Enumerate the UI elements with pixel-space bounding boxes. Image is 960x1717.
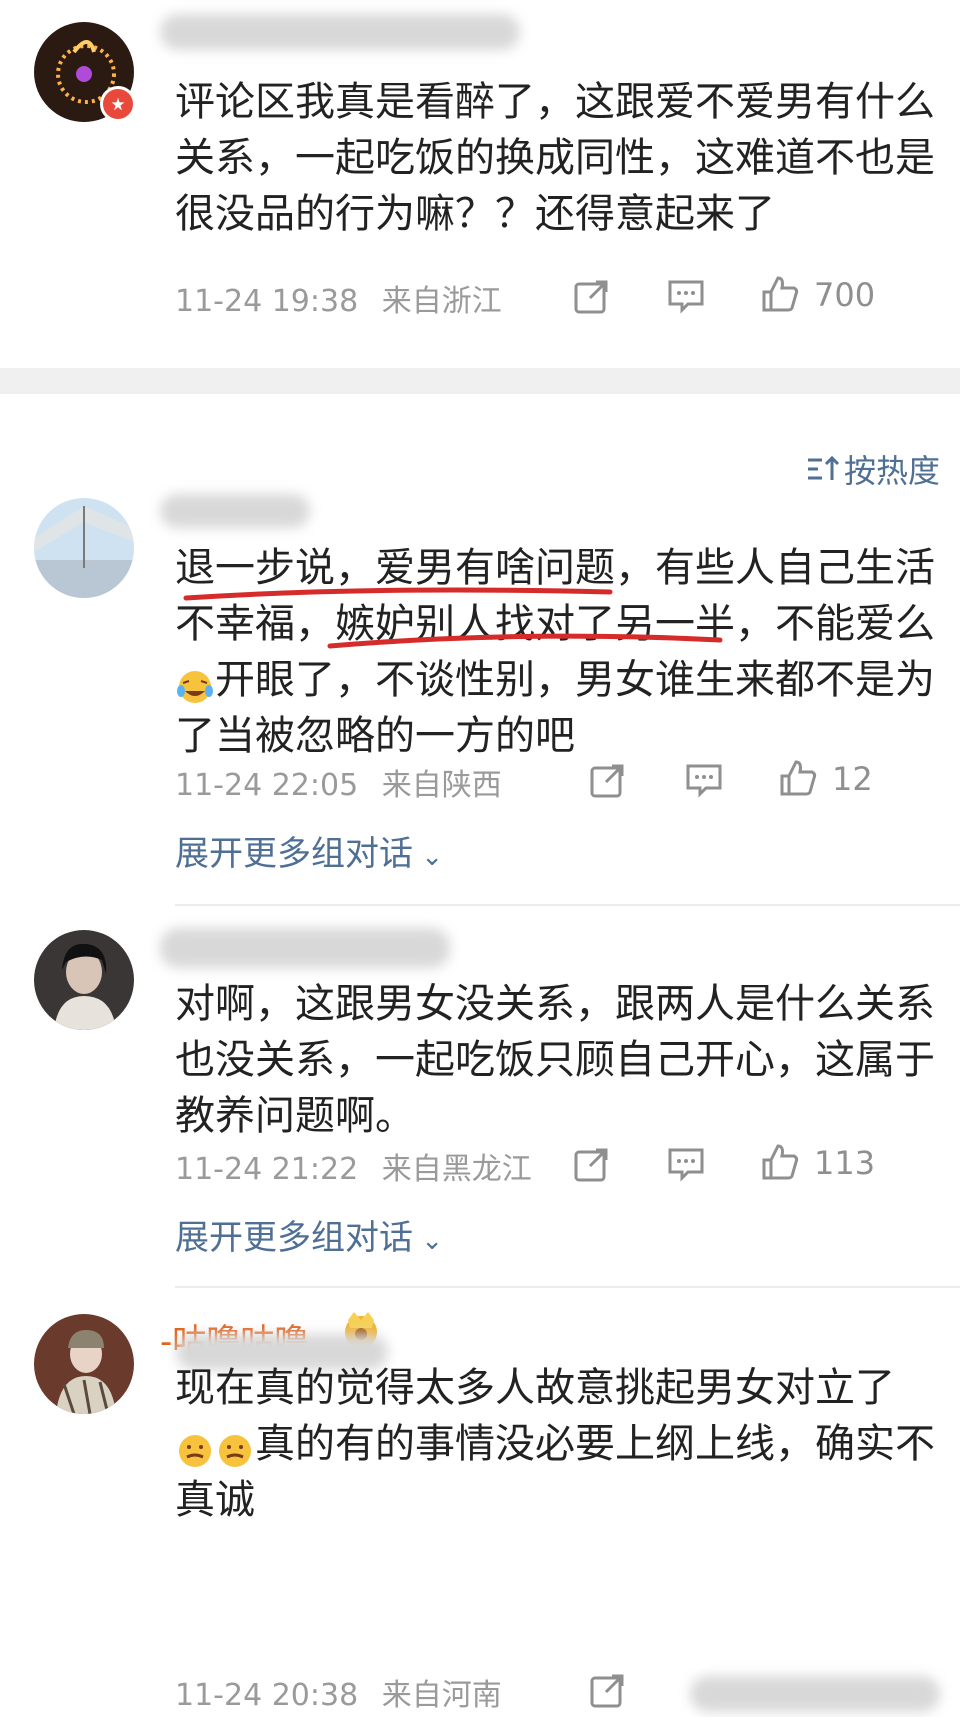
comment-text-part: 真的有的事情没必要上纲上线，确实不真诚 bbox=[175, 1421, 935, 1523]
like-count: 113 bbox=[814, 1144, 876, 1182]
tent-avatar-image bbox=[34, 498, 134, 598]
reply-icon[interactable] bbox=[684, 760, 724, 800]
comment-divider bbox=[175, 904, 960, 906]
like-icon[interactable] bbox=[760, 1142, 800, 1182]
chevron-down-icon: ⌄ bbox=[413, 1226, 444, 1256]
avatar[interactable] bbox=[34, 498, 134, 598]
comment-divider bbox=[175, 1286, 960, 1288]
chevron-down-icon: ⌄ bbox=[413, 842, 444, 872]
comment-text-part: 现在真的觉得太多人故意挑起男女对立了 bbox=[175, 1365, 895, 1411]
expand-label: 展开更多组对话 bbox=[175, 1218, 413, 1258]
like-count: 12 bbox=[832, 760, 873, 798]
expand-conversation-link[interactable]: 展开更多组对话 ⌄ bbox=[175, 1210, 443, 1259]
comment-date: 11-24 20:38 bbox=[175, 1678, 359, 1713]
share-icon[interactable] bbox=[588, 1670, 628, 1710]
verified-badge-icon bbox=[100, 86, 136, 122]
expand-conversation-link[interactable]: 展开更多组对话 ⌄ bbox=[175, 826, 443, 875]
watermark-blurred bbox=[690, 1676, 940, 1712]
crying-laughing-emoji bbox=[175, 664, 215, 703]
reply-icon[interactable] bbox=[666, 1144, 706, 1184]
comment-meta: 11-24 19:38 来自浙江 bbox=[175, 276, 516, 320]
person-avatar-image bbox=[34, 930, 134, 1030]
comment-text: 现在真的觉得太多人故意挑起男女对立了 真的有的事情没必要上纲上线，确实不真诚 bbox=[175, 1360, 935, 1528]
username-blurred[interactable] bbox=[160, 494, 310, 528]
like-count: 700 bbox=[814, 276, 876, 314]
username-blurred[interactable] bbox=[160, 928, 450, 968]
username-blurred[interactable] bbox=[160, 14, 520, 50]
comment-text: 退一步说，爱男有啥问题，有些人自己生活不幸福，嫉妒别人找对了另一半，不能爱么开眼… bbox=[175, 540, 935, 764]
expand-label: 展开更多组对话 bbox=[175, 834, 413, 874]
smirk-emoji bbox=[175, 1428, 215, 1467]
comment-text-part: 开眼了，不谈性别，男女谁生来都不是为了当被忽略的一方的吧 bbox=[175, 657, 935, 759]
like-icon[interactable] bbox=[778, 758, 818, 798]
avatar[interactable] bbox=[34, 930, 134, 1030]
comment-location: 来自浙江 bbox=[381, 284, 502, 319]
comment-meta: 11-24 21:22 来自黑龙江 bbox=[175, 1144, 546, 1188]
comment-location: 来自陕西 bbox=[381, 768, 502, 803]
reply-icon[interactable] bbox=[666, 276, 706, 316]
comment-meta: 11-24 20:38 来自河南 bbox=[175, 1670, 516, 1714]
share-icon[interactable] bbox=[572, 1144, 612, 1184]
comment-text-part: 退一步说，爱男有啥问题，有些人自己生活不幸福，嫉妒别人找对了另一半，不能爱么 bbox=[175, 545, 935, 647]
sort-by-hot-button[interactable]: 按热度 bbox=[806, 446, 940, 492]
comment-date: 11-24 19:38 bbox=[175, 284, 359, 319]
comment-text: 评论区我真是看醉了，这跟爱不爱男有什么关系，一起吃饭的换成同性，这难道不也是很没… bbox=[175, 79, 935, 237]
sort-icon bbox=[807, 455, 840, 480]
sort-label: 按热度 bbox=[843, 452, 940, 490]
comment-location: 来自黑龙江 bbox=[381, 1152, 532, 1187]
comment-date: 11-24 22:05 bbox=[175, 768, 359, 803]
share-icon[interactable] bbox=[588, 760, 628, 800]
like-icon[interactable] bbox=[760, 274, 800, 314]
share-icon[interactable] bbox=[572, 276, 612, 316]
section-divider bbox=[0, 368, 960, 394]
comment-meta: 11-24 22:05 来自陕西 bbox=[175, 760, 516, 804]
smirk-emoji bbox=[215, 1428, 255, 1467]
comment-date: 11-24 21:22 bbox=[175, 1152, 359, 1187]
avatar[interactable] bbox=[34, 1314, 134, 1414]
person-avatar-image bbox=[34, 1314, 134, 1414]
comment-location: 来自河南 bbox=[381, 1678, 502, 1713]
comment-text: 对啊，这跟男女没关系，跟两人是什么关系也没关系，一起吃饭只顾自己开心，这属于教养… bbox=[175, 981, 935, 1139]
